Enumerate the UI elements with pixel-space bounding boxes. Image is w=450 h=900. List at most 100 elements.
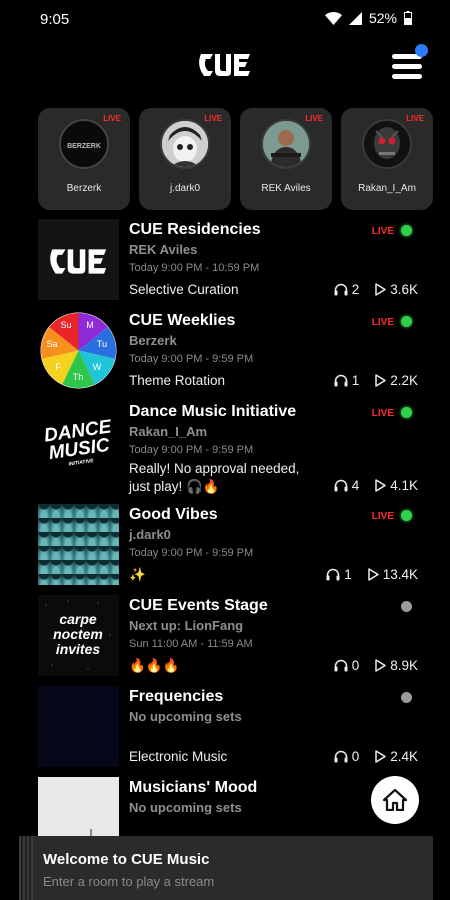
room-stats: 4 4.1K	[334, 478, 418, 493]
player-thumbnail	[19, 836, 33, 900]
room-item-frequencies[interactable]: Frequencies No upcoming sets Electronic …	[38, 686, 418, 768]
room-host: REK Aviles	[129, 242, 198, 257]
play-icon	[375, 479, 386, 492]
play-icon	[375, 750, 386, 763]
room-description: 🔥🔥🔥	[129, 658, 180, 673]
room-description: Really! No approval needed, just play! 🎧…	[129, 461, 300, 494]
live-status-dot	[401, 316, 412, 327]
offline-status-dot	[401, 601, 412, 612]
room-thumbnail: carpe noctem invites	[38, 595, 119, 676]
live-badge: LIVE	[406, 114, 424, 123]
room-thumbnail	[38, 686, 119, 767]
live-user-name: Berzerk	[66, 183, 102, 194]
listener-count: 0	[351, 749, 360, 764]
live-label: LIVE	[371, 511, 394, 522]
room-item-cue-weeklies[interactable]: Su M Tu W Th F Sa CUE Weeklies Berzerk T…	[38, 310, 418, 392]
room-time: Today 9:00 PM - 9:59 PM	[129, 444, 254, 456]
room-stats: 1 13.4K	[326, 567, 418, 582]
cue-logo	[199, 54, 250, 76]
play-icon	[375, 659, 386, 672]
wheel-label: M	[86, 320, 94, 330]
room-title: CUE Events Stage	[129, 597, 268, 614]
live-user-card[interactable]: LIVE BERZERK Berzerk	[38, 108, 130, 210]
room-item-cue-events-stage[interactable]: carpe noctem invites CUE Events Stage Ne…	[38, 595, 418, 677]
battery-icon	[404, 11, 412, 25]
room-description: ✨	[129, 567, 146, 582]
live-status-dot	[401, 407, 412, 418]
live-badge: LIVE	[204, 114, 222, 123]
room-host: Rakan_I_Am	[129, 424, 208, 439]
live-user-card[interactable]: LIVE REK Aviles	[240, 108, 332, 210]
live-user-card[interactable]: LIVE j.dark0	[139, 108, 231, 210]
live-user-name: j.dark0	[169, 183, 200, 194]
wheel-label: Su	[60, 320, 71, 330]
live-status-dot	[401, 510, 412, 521]
play-icon	[375, 283, 386, 296]
play-count: 3.6K	[390, 282, 418, 297]
wifi-icon	[324, 11, 342, 25]
thumb-text: carpe	[59, 611, 97, 627]
room-time: Today 9:00 PM - 9:59 PM	[129, 547, 254, 559]
thumb-text: noctem	[53, 626, 103, 642]
play-icon	[375, 374, 386, 387]
room-description: Electronic Music	[129, 749, 228, 764]
live-badge: LIVE	[305, 114, 323, 123]
room-description: Theme Rotation	[129, 373, 226, 388]
listener-count: 1	[351, 373, 360, 388]
room-host: Next up: LionFang	[129, 618, 244, 633]
room-stats: 0 2.4K	[334, 749, 418, 764]
listener-count: 1	[344, 567, 352, 582]
room-stats: 1 2.2K	[334, 373, 418, 388]
home-icon	[383, 789, 407, 811]
live-status-dot	[401, 225, 412, 236]
room-host: j.dark0	[129, 527, 171, 542]
menu-button[interactable]	[390, 44, 428, 82]
status-bar: 9:05 52%	[0, 0, 450, 36]
live-users-row[interactable]: LIVE BERZERK Berzerk LIVE j.dark0 LIVE R…	[38, 108, 450, 210]
avatar	[261, 119, 311, 169]
headphones-icon	[334, 283, 348, 296]
live-label: LIVE	[371, 408, 394, 419]
room-stats: 2 3.6K	[334, 282, 418, 297]
now-playing-bar[interactable]: Welcome to CUE Music Enter a room to pla…	[19, 836, 433, 900]
listener-count: 4	[351, 478, 360, 493]
listener-count: 0	[351, 658, 360, 673]
room-title: Dance Music Initiative	[129, 403, 297, 420]
room-title: CUE Residencies	[129, 221, 261, 238]
room-item-good-vibes[interactable]: Good Vibes j.dark0 Today 9:00 PM - 9:59 …	[38, 504, 418, 586]
play-count: 2.2K	[390, 373, 418, 388]
live-badge: LIVE	[103, 114, 121, 123]
room-title: CUE Weeklies	[129, 312, 236, 329]
cell-signal-icon	[348, 11, 362, 25]
live-user-card[interactable]: LIVE Rakan_I_Am	[341, 108, 433, 210]
notification-dot	[415, 44, 428, 57]
room-title: Good Vibes	[129, 506, 218, 523]
wheel-label: Sa	[46, 339, 57, 349]
avatar-text: BERZERK	[67, 143, 101, 150]
headphones-icon	[334, 374, 348, 387]
avatar: BERZERK	[59, 119, 109, 169]
room-time: Sun 11:00 AM - 11:59 AM	[129, 638, 253, 650]
room-host: Berzerk	[129, 333, 177, 348]
room-time: Today 9:00 PM - 9:59 PM	[129, 353, 254, 365]
player-title: Welcome to CUE Music	[43, 851, 210, 868]
live-user-name: REK Aviles	[261, 183, 311, 194]
room-item-cue-residencies[interactable]: CUE Residencies REK Aviles Today 9:00 PM…	[38, 219, 418, 301]
room-host: No upcoming sets	[129, 800, 242, 815]
wheel-label: Tu	[97, 339, 107, 349]
room-host: No upcoming sets	[129, 709, 242, 724]
room-description: Selective Curation	[129, 282, 239, 297]
room-time: Today 9:00 PM - 10:59 PM	[129, 262, 260, 274]
headphones-icon	[326, 568, 340, 581]
app-header	[0, 36, 450, 96]
room-title: Frequencies	[129, 688, 224, 705]
wheel-label: W	[93, 362, 102, 372]
room-item-dance-music-initiative[interactable]: DANCE MUSIC INITIATIVE Dance Music Initi…	[38, 401, 418, 494]
live-label: LIVE	[371, 317, 394, 328]
wheel-label: Th	[73, 372, 84, 382]
home-button[interactable]	[371, 776, 419, 824]
offline-status-dot	[401, 692, 412, 703]
room-thumbnail	[38, 219, 119, 300]
play-count: 2.4K	[390, 749, 418, 764]
headphones-icon	[334, 479, 348, 492]
